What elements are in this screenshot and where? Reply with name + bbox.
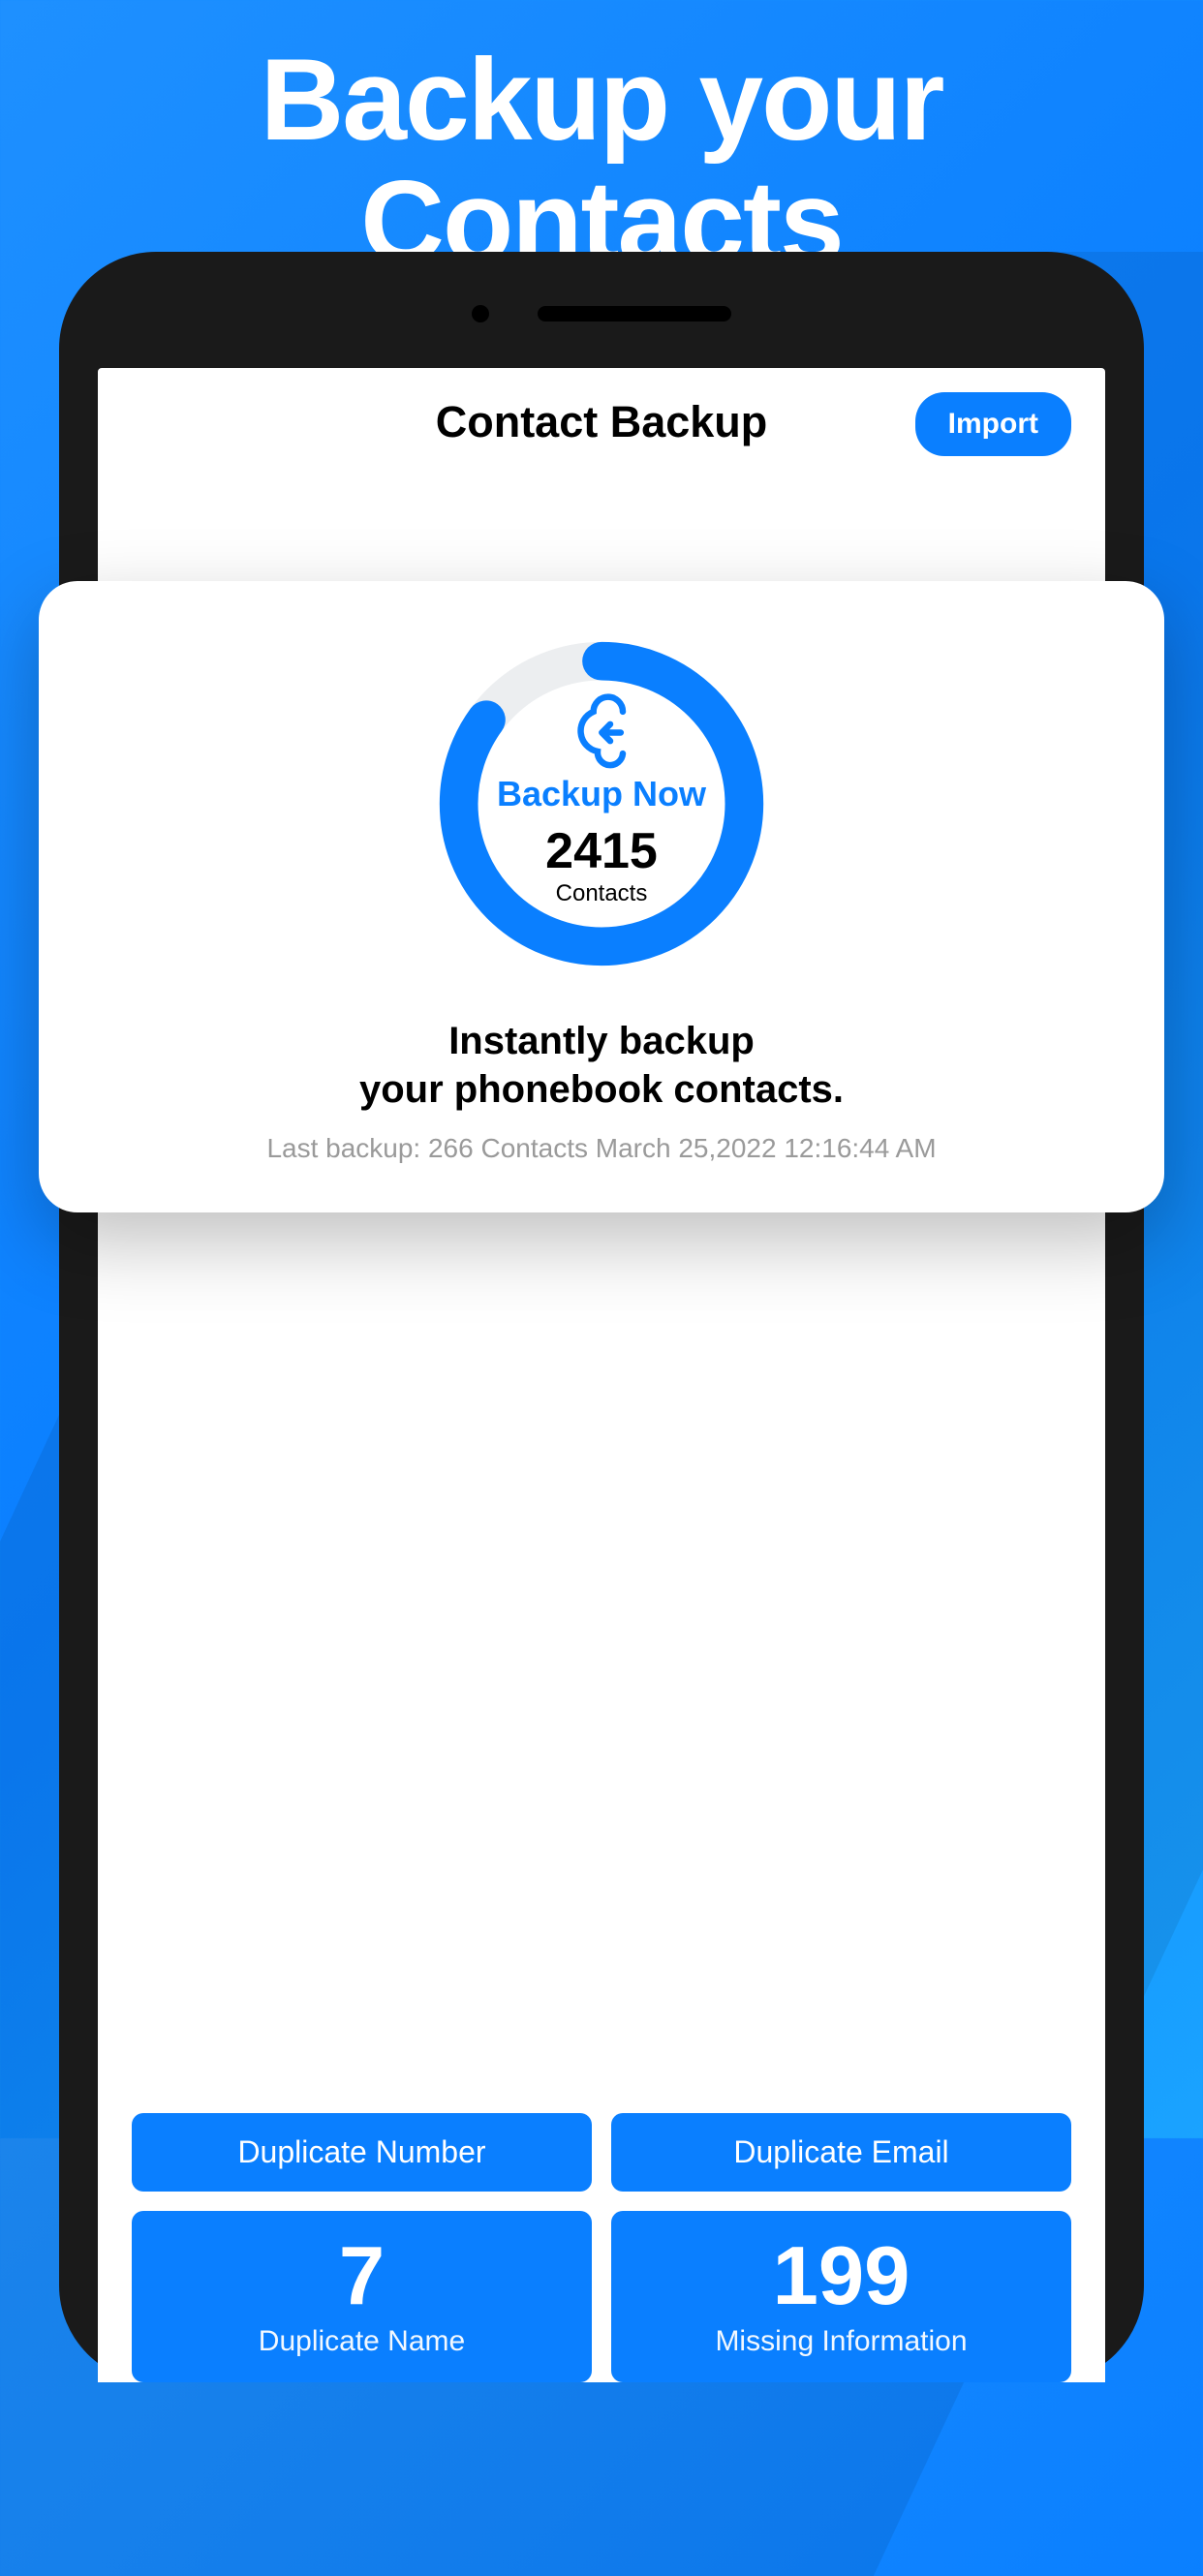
backup-now-label: Backup Now bbox=[497, 774, 706, 814]
backup-description: Instantly backup your phonebook contacts… bbox=[77, 1017, 1126, 1114]
tile-number: 199 bbox=[621, 2235, 1062, 2317]
camera-dot bbox=[472, 305, 489, 322]
promo-title-line1: Backup your bbox=[261, 35, 943, 165]
app-header: Contact Backup Import bbox=[98, 368, 1105, 467]
tile-label: Duplicate Email bbox=[621, 2134, 1062, 2170]
backup-card: Backup Now 2415 Contacts Instantly backu… bbox=[39, 581, 1164, 1212]
contacts-unit-label: Contacts bbox=[556, 880, 648, 907]
tile-duplicate-name[interactable]: 7 Duplicate Name bbox=[132, 2211, 592, 2382]
cloud-upload-icon bbox=[560, 701, 644, 764]
tile-label: Duplicate Name bbox=[141, 2325, 582, 2358]
tile-duplicate-number[interactable]: Duplicate Number bbox=[132, 2113, 592, 2192]
import-button[interactable]: Import bbox=[915, 392, 1071, 456]
app-title: Contact Backup bbox=[436, 397, 768, 447]
tile-number: 7 bbox=[141, 2235, 582, 2317]
tile-duplicate-email[interactable]: Duplicate Email bbox=[611, 2113, 1071, 2192]
desc-line1: Instantly backup bbox=[448, 1020, 755, 1062]
last-backup-text: Last backup: 266 Contacts March 25,2022 … bbox=[77, 1133, 1126, 1164]
speaker-bar bbox=[538, 306, 731, 322]
tile-label: Duplicate Number bbox=[141, 2134, 582, 2170]
phone-notch bbox=[472, 305, 731, 322]
contact-count: 2415 bbox=[545, 822, 658, 880]
stat-grid: Duplicate Number Duplicate Email 7 Dupli… bbox=[98, 2113, 1105, 2382]
desc-line2: your phonebook contacts. bbox=[359, 1068, 844, 1111]
promo-title: Backup your Contacts bbox=[0, 0, 1203, 283]
tile-missing-information[interactable]: 199 Missing Information bbox=[611, 2211, 1071, 2382]
ring-content: Backup Now 2415 Contacts bbox=[437, 639, 766, 968]
phone-frame: Contact Backup Import Duplicate Number D… bbox=[59, 252, 1144, 2382]
tile-label: Missing Information bbox=[621, 2325, 1062, 2358]
backup-progress-ring[interactable]: Backup Now 2415 Contacts bbox=[437, 639, 766, 968]
